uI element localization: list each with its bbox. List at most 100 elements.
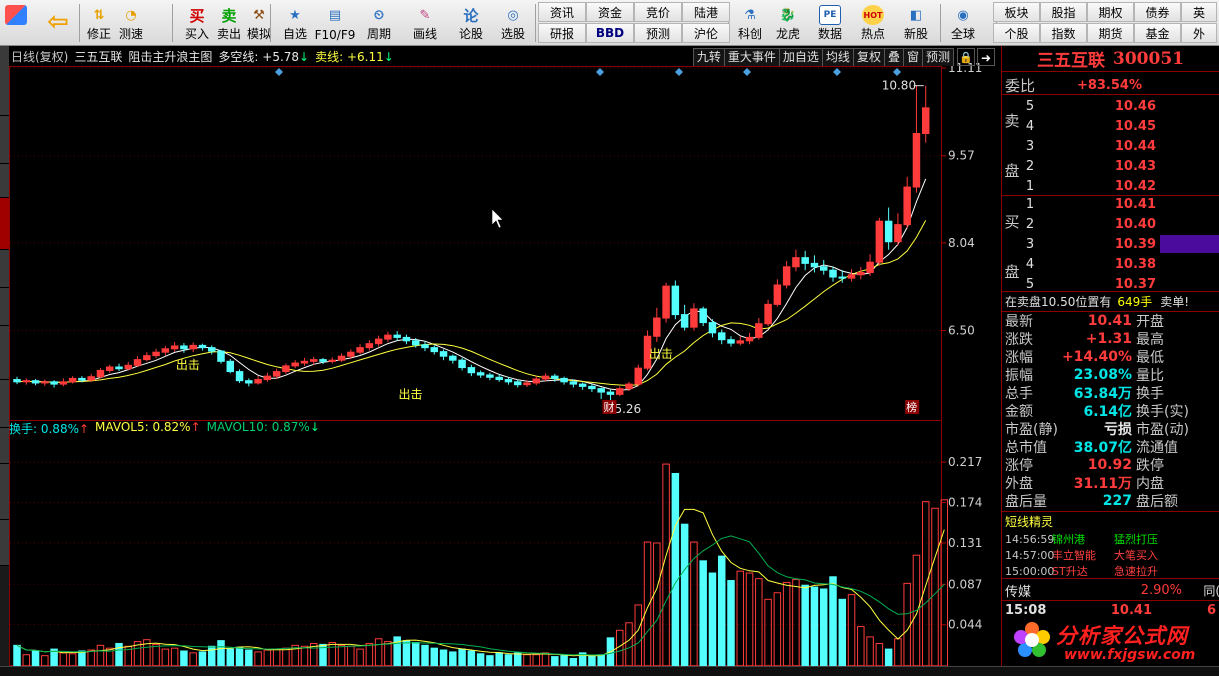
bid-level-row[interactable]: 2 10.40 [1022,214,1219,234]
ask-level-row[interactable]: 1 10.42 [1022,176,1219,196]
candle-body [337,355,346,361]
kline-chart-panel[interactable]: 11.11 9.57 8.04 6.50 0.217 0.174 0.131 0.087 0.0… [9,46,1001,667]
sector-row[interactable]: 传媒 2.90% 同( [1002,581,1219,600]
volume-bar [226,648,235,667]
volume-bar [903,582,911,667]
toolbar-sell-button[interactable]: 卖卖出 [212,2,246,44]
quick-link-993-23[interactable]: 个股 [993,23,1040,43]
left-tab[interactable] [0,164,9,198]
toolbar-f10-button[interactable]: ▤ F10/F9 [315,2,356,44]
left-tab[interactable] [0,380,9,428]
chart-tab-加自选[interactable]: 加自选 [778,48,823,66]
bid-level-row[interactable]: 3 10.39 [1022,234,1219,254]
quick-link-586-23[interactable]: BBD [586,23,634,43]
quote-label: 涨停 [1005,458,1033,474]
left-tab[interactable] [0,116,9,164]
left-tab[interactable] [0,250,9,288]
left-tab[interactable] [0,288,9,326]
toolbar-science-button[interactable]: ⚗ 科创 [733,2,767,44]
level-number: 2 [1025,158,1035,174]
quick-link-634-23[interactable]: 预测 [634,23,682,43]
sprite-header[interactable]: 短线精灵 [1002,512,1219,530]
status-bar [0,666,1219,676]
volume-bar [198,651,207,667]
ask-level-row[interactable]: 4 10.45 [1022,116,1219,136]
level-price: 10.44 [1114,138,1156,154]
quick-link-538-23[interactable]: 研报 [538,23,586,43]
volume-bar [22,654,31,667]
bid-level-row[interactable]: 4 10.38 [1022,254,1219,274]
left-tab[interactable] [0,46,9,116]
quick-link-1134-2[interactable]: 债券 [1134,2,1181,22]
toolbar-gauge-button[interactable]: ◔ 测速 [114,2,148,44]
toolbar-new-stock-button[interactable]: ◧ 新股 [899,2,933,44]
quick-link-682-2[interactable]: 陆港 [682,2,730,22]
level-volume-bar [1156,117,1219,135]
sprite-row[interactable]: 15:00:00 ST升达 急速拉升 [1002,563,1219,579]
quote-row: 金额 6.14亿 换手(实) [1002,402,1219,420]
site-watermark: 分析家公式网 www.fxjgsw.com [1006,612,1218,666]
quick-link-1087-2[interactable]: 期权 [1087,2,1134,22]
candle-body [857,271,865,276]
candle-body [87,376,95,381]
ask-level-row[interactable]: 5 10.46 [1022,96,1219,116]
chart-tab-重大事件[interactable]: 重大事件 [723,48,780,66]
ask-level-row[interactable]: 2 10.43 [1022,156,1219,176]
home-button[interactable] [2,2,30,44]
quick-link-1134-23[interactable]: 基金 [1134,23,1181,43]
toolbar-data-pe-button[interactable]: PE 数据 [813,2,847,44]
lock-icon[interactable]: 🔒 [957,48,975,66]
candle-body [105,366,114,371]
left-tab[interactable] [0,326,9,380]
left-tab[interactable] [0,464,9,520]
chart-tab-叠[interactable]: 叠 [883,48,904,66]
toolbar-buy-button[interactable]: 买买入 [180,2,214,44]
toolbar-pencil-button[interactable]: ✎ 画线 [408,2,442,44]
period-label[interactable]: 日线(复权) [11,48,68,65]
quick-link-1040-2[interactable]: 股指 [1040,2,1087,22]
star-folder-icon: ★ [289,7,301,23]
pin-arrow-icon[interactable]: ➜ [977,48,995,66]
left-tab-active[interactable] [0,198,9,250]
sprite-row[interactable]: 14:56:59 锦州港 猛烈打压 [1002,531,1219,547]
mavol5-text: MAVOL5: 0.82% [95,420,191,434]
indicator-name[interactable]: 阻击主升浪主图 [128,48,212,65]
candle-body [41,381,49,384]
chart-tab-均线[interactable]: 均线 [821,48,854,66]
candle-body [829,269,837,278]
candle-body [411,340,420,346]
kline-chart-canvas[interactable]: 11.119.578.046.500.2170.1740.1310.0870.0… [9,46,1001,667]
toolbar-period-button[interactable]: ⏲ 周期 [362,2,396,44]
chart-tab-预测[interactable]: 预测 [921,48,954,66]
toolbar-globe-button[interactable]: ◉ 全球 [946,2,980,44]
candle-body [838,276,847,279]
quick-link-1087-23[interactable]: 期货 [1087,23,1134,43]
bid-level-row[interactable]: 1 10.41 [1022,194,1219,214]
order-notice[interactable]: 在卖盘10.50位置有 649手 卖单! [1002,292,1219,310]
volume-bar [755,578,763,667]
toolbar-hotspot-button[interactable]: HOT 热点 [856,2,890,44]
chart-tab-九转[interactable]: 九转 [692,48,725,66]
quick-link-538-2[interactable]: 资讯 [538,2,586,22]
toolbar-up-down-arrows-button[interactable]: ⇅ 修正 [82,2,116,44]
chart-tab-窗[interactable]: 窗 [902,48,923,66]
quick-link-1181-23[interactable]: 外 [1181,23,1217,43]
weibi-row: 委比 +83.54% [1002,75,1219,95]
toolbar-dragon-tiger-button[interactable]: 🐉 龙虎 [771,2,805,44]
quick-link-1181-2[interactable]: 英 [1181,2,1217,22]
quick-link-682-23[interactable]: 沪伦 [682,23,730,43]
back-button[interactable]: ⇦ [40,2,76,44]
toolbar-star-folder-button[interactable]: ★ 自选 [278,2,312,44]
quick-link-586-2[interactable]: 资金 [586,2,634,22]
ask-level-row[interactable]: 3 10.44 [1022,136,1219,156]
left-tab[interactable] [0,428,9,464]
candle-body [588,385,596,390]
left-tab[interactable] [0,520,9,566]
quick-link-993-2[interactable]: 板块 [993,2,1040,22]
quick-link-634-2[interactable]: 竞价 [634,2,682,22]
quick-link-1040-23[interactable]: 指数 [1040,23,1087,43]
toolbar-pick-stock-button[interactable]: ◎ 选股 [496,2,530,44]
chart-tab-复权[interactable]: 复权 [852,48,885,66]
toolbar-discuss-button[interactable]: 论论股 [454,2,488,44]
sprite-row[interactable]: 14:57:00 丰立智能 大笔买入 [1002,547,1219,563]
